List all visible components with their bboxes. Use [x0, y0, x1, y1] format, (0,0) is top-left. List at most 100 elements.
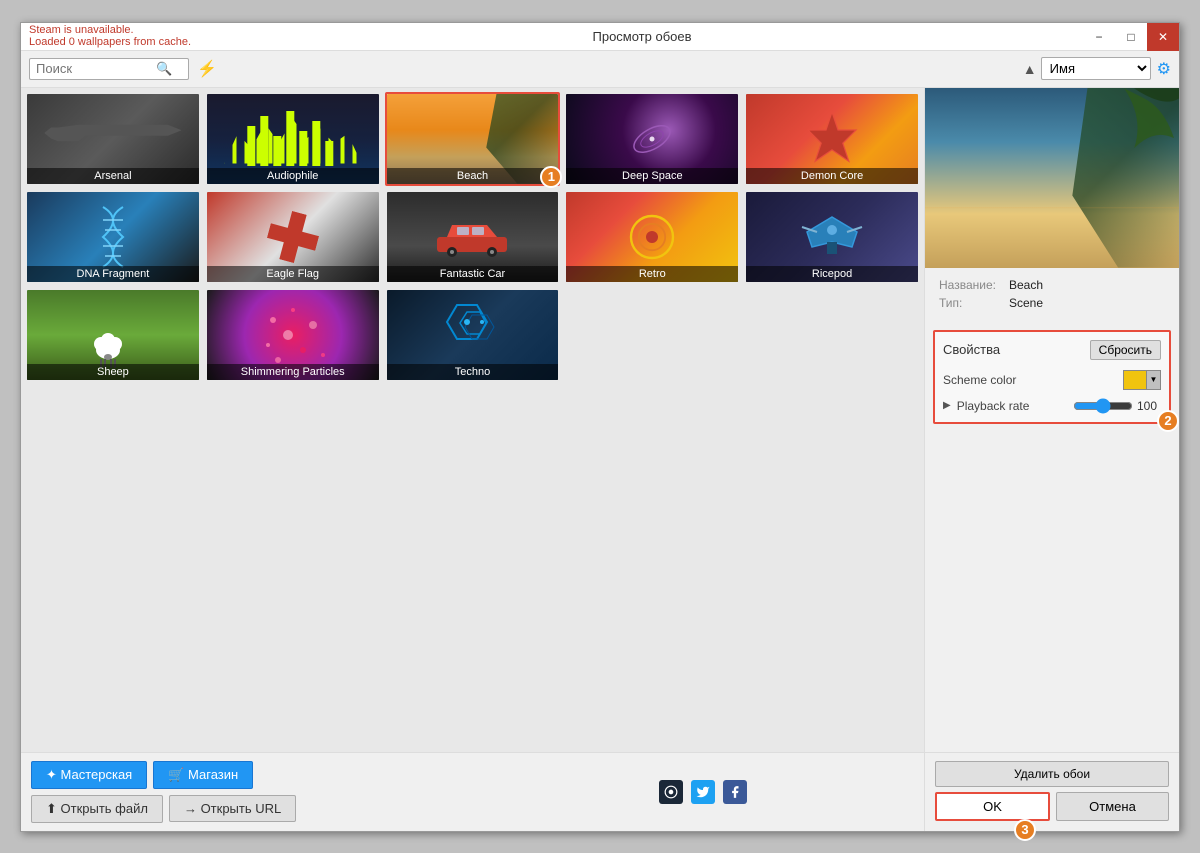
- right-bottom: Удалить обои OK Отмена 3: [924, 753, 1179, 831]
- bottom-left: ✦ Мастерская 🛒 Магазин ⬆ Открыть файл → …: [21, 753, 483, 831]
- wallpaper-item-fantasticcar[interactable]: Fantastic Car: [385, 190, 561, 284]
- wallpaper-label-ricepod: Ricepod: [746, 266, 918, 282]
- wallpaper-item-ricepod[interactable]: Ricepod: [744, 190, 920, 284]
- preview-scene-graphic: [925, 88, 1179, 268]
- wallpaper-label-deepspace: Deep Space: [566, 168, 738, 184]
- gun-graphic: [44, 111, 181, 166]
- type-value: Scene: [1009, 296, 1043, 310]
- facebook-icon[interactable]: [723, 780, 747, 804]
- sort-arrow-up-icon[interactable]: ▲: [1023, 61, 1037, 77]
- properties-header: Свойства Сбросить: [943, 340, 1161, 360]
- delete-button[interactable]: Удалить обои: [935, 761, 1169, 787]
- wallpaper-info: Название: Beach Тип: Scene: [925, 268, 1179, 324]
- scheme-color-row: Scheme color ▼: [943, 370, 1161, 390]
- color-picker-area: ▼: [1123, 370, 1161, 390]
- error-line2: Loaded 0 wallpapers from cache.: [29, 36, 191, 48]
- wallpaper-label-beach: Beach: [387, 168, 559, 184]
- social-icons: [659, 780, 747, 804]
- preview-area: [925, 88, 1179, 268]
- dna-graphic: [93, 202, 133, 272]
- cancel-button[interactable]: Отмена: [1056, 792, 1169, 821]
- particles-graphic: [253, 300, 333, 370]
- search-icon[interactable]: 🔍: [156, 61, 172, 77]
- wallpaper-item-dnafragment[interactable]: DNA Fragment: [25, 190, 201, 284]
- play-icon[interactable]: ▶: [943, 400, 951, 411]
- twitter-icon[interactable]: [691, 780, 715, 804]
- wallpaper-label-fantasticcar: Fantastic Car: [387, 266, 559, 282]
- car-graphic: [432, 217, 512, 257]
- social-area: [483, 753, 925, 831]
- filter-icon[interactable]: ⚡: [195, 57, 219, 81]
- toolbar: 🔍 ⚡ ▲ Имя Дата Рейтинг ⚙: [21, 51, 1179, 88]
- wallpaper-label-arsenal: Arsenal: [27, 168, 199, 184]
- minimize-button[interactable]: −: [1083, 23, 1115, 51]
- wallpaper-item-deepspace[interactable]: Deep Space: [564, 92, 740, 186]
- wallpaper-item-arsenal[interactable]: Arsenal: [25, 92, 201, 186]
- badge-3: 3: [1014, 819, 1036, 841]
- wallpaper-label-shimmering: Shimmering Particles: [207, 364, 379, 380]
- galaxy-graphic: [627, 114, 677, 164]
- playback-value: 100: [1137, 399, 1161, 413]
- bars-graphic: [215, 106, 370, 166]
- badge-2: 2: [1157, 410, 1179, 432]
- retro-graphic: [622, 207, 682, 267]
- main-content: Arsenal A: [21, 88, 1179, 752]
- main-window: Steam is unavailable. Loaded 0 wallpaper…: [20, 22, 1180, 832]
- sheep-graphic: [83, 320, 143, 370]
- scheme-color-label: Scheme color: [943, 373, 1123, 387]
- workshop-button[interactable]: ✦ Мастерская: [31, 761, 147, 789]
- color-swatch[interactable]: [1123, 370, 1147, 390]
- error-line1: Steam is unavailable.: [29, 24, 191, 36]
- color-dropdown-arrow[interactable]: ▼: [1147, 370, 1161, 390]
- wallpaper-item-audiophile[interactable]: Audiophile: [205, 92, 381, 186]
- right-panel: Название: Beach Тип: Scene Свойства Сбро…: [924, 88, 1179, 752]
- sort-select[interactable]: Имя Дата Рейтинг: [1041, 57, 1151, 80]
- wallpaper-label-eagleflag: Eagle Flag: [207, 266, 379, 282]
- open-url-button[interactable]: → Открыть URL: [169, 795, 296, 822]
- type-label: Тип:: [939, 296, 1009, 310]
- wallpaper-grid: Arsenal A: [25, 92, 920, 382]
- eagle-graphic: [262, 206, 323, 267]
- info-row-name: Название: Beach: [939, 278, 1165, 292]
- sort-area: ▲ Имя Дата Рейтинг: [1023, 57, 1151, 80]
- name-value: Beach: [1009, 278, 1043, 292]
- wallpaper-item-sheep[interactable]: Sheep: [25, 288, 201, 382]
- open-file-button[interactable]: ⬆ Открыть файл: [31, 795, 163, 823]
- bottom-split: ✦ Мастерская 🛒 Магазин ⬆ Открыть файл → …: [21, 752, 1179, 831]
- wallpaper-item-retro[interactable]: Retro: [564, 190, 740, 284]
- info-row-type: Тип: Scene: [939, 296, 1165, 310]
- wallpaper-label-audiophile: Audiophile: [207, 168, 379, 184]
- window-title: Просмотр обоев: [201, 29, 1083, 44]
- shop-button[interactable]: 🛒 Магазин: [153, 761, 253, 789]
- close-button[interactable]: ✕: [1147, 23, 1179, 51]
- wallpaper-item-eagleflag[interactable]: Eagle Flag: [205, 190, 381, 284]
- titlebar: Steam is unavailable. Loaded 0 wallpaper…: [21, 23, 1179, 51]
- search-input[interactable]: [36, 61, 156, 76]
- wallpaper-item-techno[interactable]: Techno: [385, 288, 561, 382]
- gear-icon[interactable]: ⚙: [1157, 59, 1171, 79]
- spike-graphic: [802, 109, 862, 169]
- slider-container: 100: [1073, 398, 1161, 414]
- playback-row: ▶ Playback rate 100: [943, 398, 1161, 414]
- wallpaper-label-techno: Techno: [387, 364, 559, 380]
- ok-button[interactable]: OK: [935, 792, 1050, 821]
- bottom-row-1: ✦ Мастерская 🛒 Магазин: [31, 761, 473, 789]
- properties-box: Свойства Сбросить Scheme color ▼ ▶ Playb…: [933, 330, 1171, 424]
- wallpaper-item-demoncore[interactable]: Demon Core: [744, 92, 920, 186]
- reset-button[interactable]: Сбросить: [1090, 340, 1161, 360]
- wallpaper-item-beach[interactable]: Beach 1: [385, 92, 561, 186]
- wallpaper-label-dnafragment: DNA Fragment: [27, 266, 199, 282]
- steam-icon[interactable]: [659, 780, 683, 804]
- titlebar-controls: − □ ✕: [1083, 23, 1179, 50]
- wallpaper-label-sheep: Sheep: [27, 364, 199, 380]
- wallpaper-label-retro: Retro: [566, 266, 738, 282]
- ship-graphic: [797, 212, 867, 262]
- ok-cancel-row: OK Отмена: [935, 792, 1169, 821]
- wallpaper-item-shimmering[interactable]: Shimmering Particles: [205, 288, 381, 382]
- maximize-button[interactable]: □: [1115, 23, 1147, 51]
- bottom-row-2: ⬆ Открыть файл → Открыть URL: [31, 795, 473, 823]
- playback-slider[interactable]: [1073, 398, 1133, 414]
- wallpaper-label-demoncore: Demon Core: [746, 168, 918, 184]
- wallpaper-grid-area: Arsenal A: [21, 88, 924, 752]
- hexagon-graphic: [432, 300, 512, 370]
